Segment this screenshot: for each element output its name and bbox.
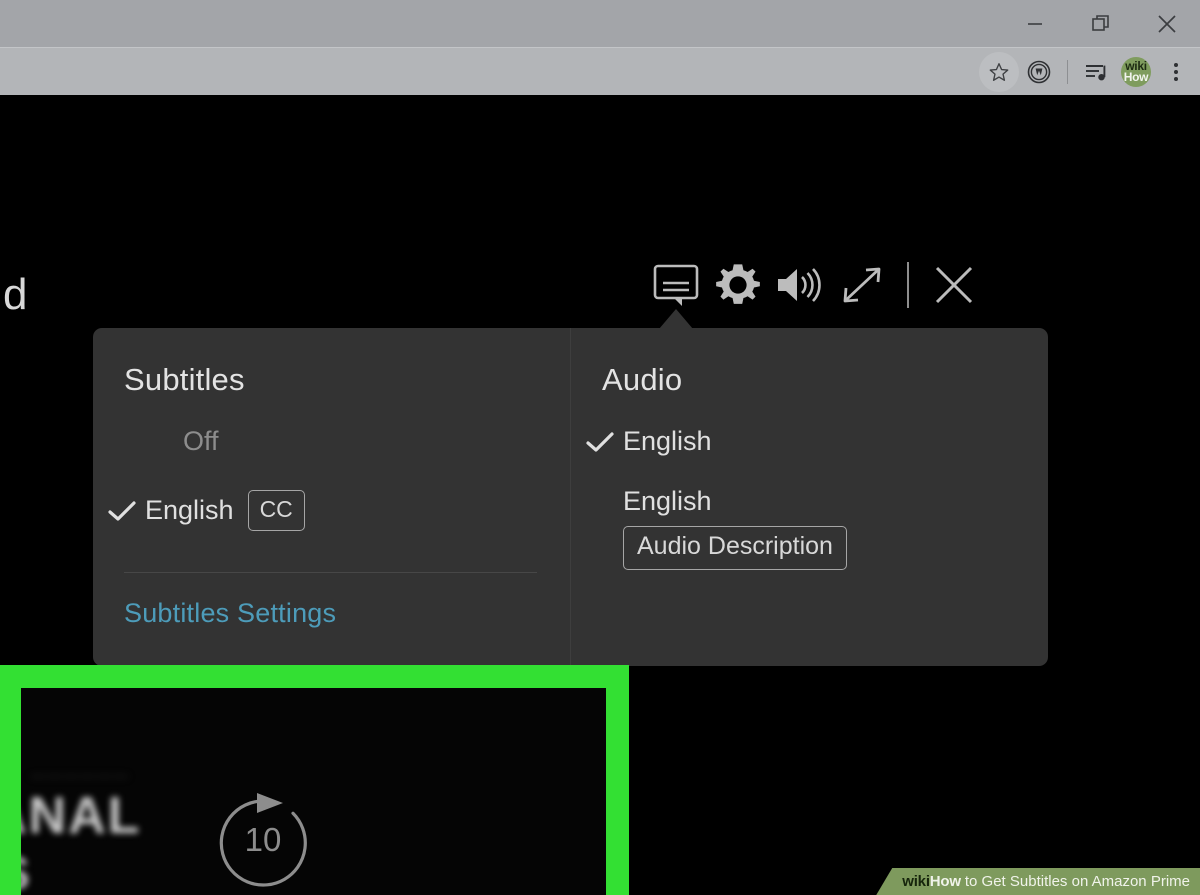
watermark-text: to Get Subtitles on Amazon Prime: [964, 873, 1190, 890]
media-playlist-icon: [1086, 65, 1106, 81]
fullscreen-icon: [843, 267, 881, 303]
wikihow-watermark: wiki How to Get Subtitles on Amazon Prime: [876, 868, 1200, 895]
minimize-button[interactable]: [1002, 0, 1068, 47]
profile-avatar-button[interactable]: wiki How: [1116, 52, 1156, 92]
audio-option-english[interactable]: English: [585, 426, 712, 457]
controls-divider: [907, 262, 909, 308]
browser-toolbar: wiki How: [0, 47, 1200, 95]
avatar-how-text: How: [1123, 70, 1149, 84]
volume-button[interactable]: [769, 255, 831, 315]
video-stage: nd: [0, 95, 1200, 895]
subtitles-option-off-label: Off: [183, 426, 219, 456]
check-icon: [107, 499, 145, 523]
audio-option-audio-description[interactable]: English Audio Description: [623, 486, 847, 570]
skip-forward-10-button[interactable]: 10: [213, 793, 313, 893]
restore-button[interactable]: [1068, 0, 1134, 47]
watermark-brand-how: How: [929, 873, 961, 890]
close-icon: [1158, 14, 1176, 33]
close-icon: [935, 266, 973, 304]
subtitles-option-english-label: English: [145, 495, 234, 525]
skip-forward-seconds-label: 10: [244, 821, 282, 858]
media-playlist-button[interactable]: [1076, 52, 1116, 92]
fullscreen-button[interactable]: [831, 255, 893, 315]
bookmark-star-icon: [989, 63, 1009, 81]
settings-gear-icon: [716, 264, 760, 304]
subtitles-settings-link[interactable]: Subtitles Settings: [124, 598, 336, 629]
bookmark-star-button[interactable]: [979, 52, 1019, 92]
player-controls: [645, 255, 985, 315]
popover-caret: [659, 309, 693, 329]
settings-gear-button[interactable]: [707, 255, 769, 315]
chrome-menu-kebab-icon: [1174, 63, 1178, 81]
screenshot-root: wiki How nd: [0, 0, 1200, 895]
audio-option-english-label: English: [623, 426, 712, 456]
highlight-callout: ______ ANAL S 10: [0, 665, 629, 895]
subtitles-option-english[interactable]: English CC: [107, 490, 305, 531]
subtitles-column: Subtitles Off English CC Subtitles Setti…: [93, 328, 570, 666]
video-title-text: nd: [0, 270, 28, 319]
close-window-button[interactable]: [1134, 0, 1200, 47]
extension-w-icon: [1027, 60, 1051, 84]
audio-option-ad-label: English: [623, 486, 712, 516]
audio-heading: Audio: [602, 362, 683, 397]
subtitles-option-off[interactable]: Off: [145, 426, 219, 457]
check-icon: [585, 430, 623, 454]
watermark-brand-wiki: wiki: [902, 873, 930, 890]
subtitles-audio-popover: Subtitles Off English CC Subtitles Setti…: [93, 328, 1048, 666]
audio-column: Audio English English Audio Description: [571, 328, 1048, 666]
subtitles-icon: [653, 264, 699, 306]
avatar: wiki How: [1121, 57, 1151, 87]
minimize-icon: [1028, 22, 1042, 25]
restore-icon: [1092, 14, 1109, 31]
cc-badge: CC: [247, 490, 305, 531]
toolbar-divider: [1067, 60, 1068, 84]
browser-titlebar: [0, 0, 1200, 47]
subtitles-separator: [124, 572, 537, 573]
subtitles-button[interactable]: [645, 255, 707, 315]
inset-bg-text-2: S: [21, 846, 32, 895]
audio-description-badge: Audio Description: [623, 526, 847, 570]
toolbar-actions: wiki How: [979, 48, 1196, 96]
volume-icon: [778, 268, 821, 302]
close-player-button[interactable]: [923, 255, 985, 315]
inset-bg-text-0: ______: [31, 750, 130, 780]
inset-bg-text-1: ANAL: [21, 787, 142, 845]
inset-video-frame: ______ ANAL S 10: [21, 688, 606, 895]
chrome-menu-button[interactable]: [1156, 52, 1196, 92]
extension-w-button[interactable]: [1019, 52, 1059, 92]
subtitles-heading: Subtitles: [124, 362, 245, 397]
window-controls: [1002, 0, 1200, 47]
